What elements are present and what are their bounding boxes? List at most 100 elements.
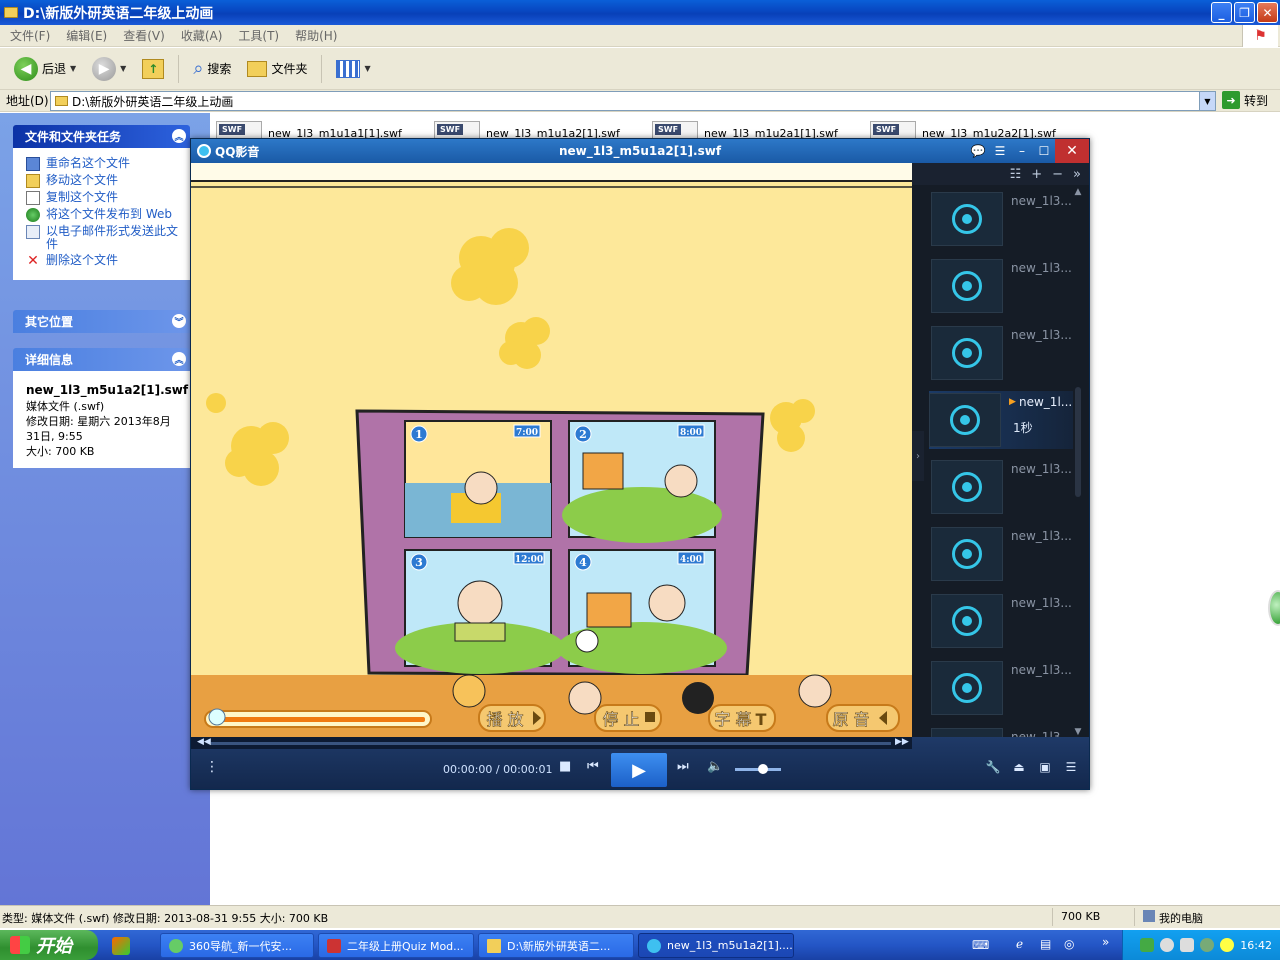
player-title-bar[interactable]: QQ影音 new_1l3_m5u1a2[1].swf 💬 ☰ – ☐ ✕	[191, 139, 1089, 163]
move-icon	[26, 174, 40, 188]
minimize-button[interactable]: _	[1211, 2, 1232, 23]
player-maximize-button[interactable]: ☐	[1033, 139, 1055, 163]
play-button[interactable]: ▶	[611, 753, 667, 787]
expand-icon[interactable]: »	[1073, 167, 1081, 182]
playlist-item[interactable]: new_1l... ▶ 1秒	[929, 391, 1073, 449]
now-playing-marker-icon: ▶	[1009, 397, 1016, 407]
seek-back-icon[interactable]: ◀◀	[197, 737, 211, 747]
address-label: 地址(D)	[6, 94, 49, 108]
maximize-button[interactable]: ❐	[1234, 2, 1255, 23]
keyboard-icon[interactable]: ⌨	[972, 938, 989, 952]
menu-view[interactable]: 查看(V)	[123, 27, 165, 44]
add-icon[interactable]: +	[1031, 167, 1042, 182]
folders-button[interactable]: 文件夹	[241, 58, 313, 79]
ie-icon[interactable]: ℯ	[1016, 937, 1023, 951]
seek-forward-icon[interactable]: ▶▶	[895, 737, 909, 747]
back-icon[interactable]	[1160, 938, 1175, 952]
playlist-toggle-icon[interactable]: ☰	[1061, 757, 1081, 777]
file-tasks-title: 文件和文件夹任务	[25, 130, 122, 144]
player-minimize-button[interactable]: –	[1011, 139, 1033, 163]
file-tasks-header[interactable]: 文件和文件夹任务 ︽	[13, 125, 190, 148]
remove-icon[interactable]: −	[1052, 167, 1063, 182]
playlist-item[interactable]: new_1l3...	[931, 458, 1072, 516]
tools-icon[interactable]: 🔧	[983, 757, 1003, 777]
plus-icon[interactable]	[1220, 938, 1235, 952]
address-input[interactable]: D:\新版外研英语二年级上动画 ▼	[50, 91, 1216, 111]
desktop-icon[interactable]: ▤	[1040, 937, 1051, 951]
rename-icon	[26, 157, 40, 171]
goto-button[interactable]: ➜ 转到	[1222, 91, 1268, 109]
player-caption-buttons: 💬 ☰ – ☐ ✕	[967, 139, 1089, 163]
scroll-down-icon[interactable]: ▼	[1073, 727, 1083, 737]
taskbar-button-player[interactable]: new_1l3_m5u1a2[1]....	[638, 933, 794, 958]
forward-button[interactable]: ▶ ▼	[86, 55, 132, 83]
expand-tray-icon[interactable]: »	[1102, 935, 1109, 949]
menu-tools[interactable]: 工具(T)	[238, 27, 279, 44]
playlist-item[interactable]: new_1l3...	[931, 257, 1072, 315]
video-area[interactable]: 1 2 3 4 7:00 8:00 12:00 4:00 播 放 停 止 字 幕…	[191, 163, 912, 737]
video-stop-button-label: 停 止	[602, 710, 639, 729]
playlist-item[interactable]: new_1l3...	[931, 190, 1072, 248]
playlist-item[interactable]: new_1l3...	[931, 324, 1072, 382]
menu-icon[interactable]: ☰	[989, 139, 1011, 163]
menu-favorites[interactable]: 收藏(A)	[181, 27, 223, 44]
chevron-down-icon[interactable]: ▼	[364, 64, 370, 73]
playlist-scrollbar[interactable]: ▲ ▼	[1073, 187, 1083, 737]
search-button[interactable]: ⌕ 搜索	[187, 56, 237, 81]
taskbar-button-360[interactable]: 360导航_新一代安...	[160, 933, 314, 958]
task-publish-web[interactable]: 将这个文件发布到 Web	[26, 208, 181, 222]
previous-icon[interactable]: ⏮	[587, 759, 599, 774]
video-thumbnail-icon	[931, 460, 1003, 514]
menu-file[interactable]: 文件(F)	[10, 27, 50, 44]
start-button[interactable]: 开始	[0, 930, 98, 960]
collapse-chevron-icon[interactable]: ︽	[172, 352, 186, 366]
taskbar-button-quiz[interactable]: 二年级上册Quiz Mod...	[318, 933, 474, 958]
task-rename[interactable]: 重命名这个文件	[26, 157, 181, 171]
status-bar: 类型: 媒体文件 (.swf) 修改日期: 2013-08-31 9:55 大小…	[0, 905, 1280, 928]
eject-icon[interactable]: ⏏	[1009, 757, 1029, 777]
collapse-chevron-icon[interactable]: ︽	[172, 129, 186, 143]
menu-help[interactable]: 帮助(H)	[295, 27, 337, 44]
stop-icon[interactable]: ■	[559, 759, 571, 774]
task-email[interactable]: 以电子邮件形式发送此文件	[26, 225, 181, 251]
taskbar-button-explorer[interactable]: D:\新版外研英语二...	[478, 933, 634, 958]
expand-chevron-icon[interactable]: ︾	[172, 314, 186, 328]
views-button[interactable]: ▼	[330, 58, 376, 80]
details-header[interactable]: 详细信息 ︽	[13, 348, 190, 371]
window-title: D:\新版外研英语二年级上动画	[23, 5, 214, 22]
other-places-header[interactable]: 其它位置 ︾	[13, 310, 190, 333]
chevron-down-icon[interactable]: ▼	[120, 64, 126, 73]
task-copy[interactable]: 复制这个文件	[26, 191, 181, 205]
task-email-label: 以电子邮件形式发送此文件	[46, 224, 179, 251]
scrollbar-thumb[interactable]	[1075, 387, 1081, 497]
back-button[interactable]: ◀ 后退 ▼	[8, 55, 82, 83]
scroll-up-icon[interactable]: ▲	[1073, 187, 1083, 197]
network-icon[interactable]	[1200, 938, 1215, 952]
volume-knob[interactable]	[757, 764, 768, 774]
menu-edit[interactable]: 编辑(E)	[66, 27, 107, 44]
app-icon[interactable]: ◎	[1064, 937, 1074, 951]
seek-bar[interactable]	[211, 742, 891, 745]
quick-launch-icon[interactable]	[112, 937, 130, 955]
chevron-down-icon[interactable]: ▼	[70, 64, 76, 73]
battery-icon[interactable]	[1140, 938, 1155, 952]
task-delete[interactable]: ✕ 删除这个文件	[26, 254, 181, 269]
chevron-down-icon[interactable]: ▼	[1199, 92, 1215, 110]
speaker-icon[interactable]	[1180, 938, 1195, 952]
collapse-playlist-icon[interactable]: ›	[912, 431, 924, 481]
volume-icon[interactable]: 🔈	[707, 759, 723, 774]
playlist-toolbar: ☷ + − »	[912, 163, 1089, 185]
list-view-icon[interactable]: ☷	[1010, 167, 1022, 182]
up-folder-button[interactable]: ↑	[136, 57, 170, 81]
next-icon[interactable]: ⏭	[677, 759, 689, 774]
player-close-button[interactable]: ✕	[1055, 139, 1089, 163]
playlist-item[interactable]: new_1l3...	[931, 592, 1072, 650]
task-move[interactable]: 移动这个文件	[26, 174, 181, 188]
playlist-item[interactable]: new_1l3...	[931, 659, 1072, 717]
speech-bubble-icon[interactable]: 💬	[967, 139, 989, 163]
screen-icon[interactable]: ▣	[1035, 757, 1055, 777]
footprint-icon[interactable]: ⋮	[205, 759, 219, 775]
playlist-item[interactable]: new_1l3...	[931, 525, 1072, 583]
seek-bar-row: ◀◀ ▶▶	[191, 737, 912, 749]
close-button[interactable]: ✕	[1257, 2, 1278, 23]
